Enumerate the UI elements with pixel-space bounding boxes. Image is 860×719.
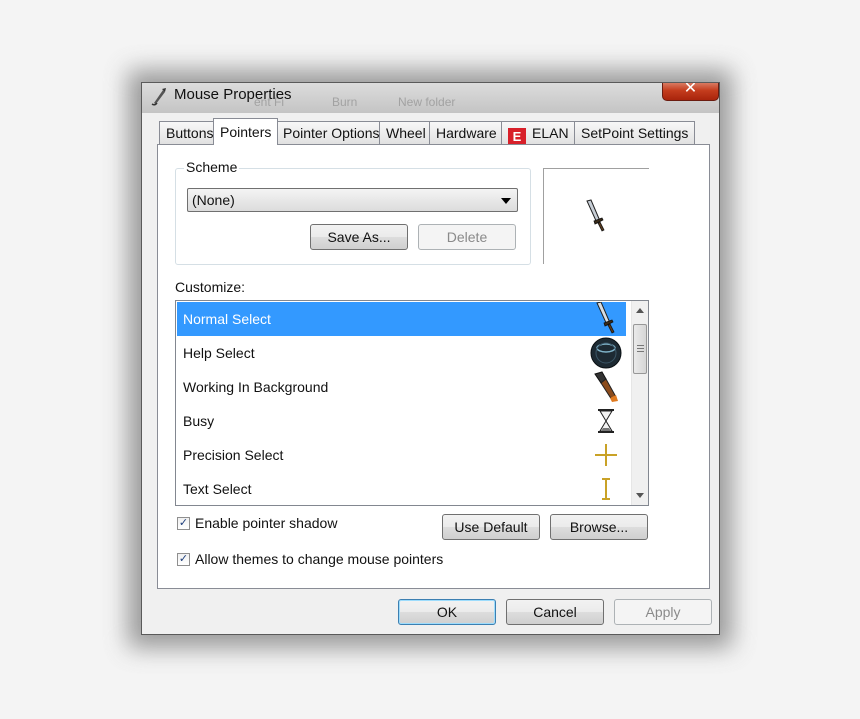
- list-item-label: Text Select: [183, 481, 252, 497]
- grip-line: [637, 348, 644, 349]
- tab-setpoint-settings[interactable]: SetPoint Settings: [574, 121, 696, 144]
- tab-label: Buttons: [166, 125, 214, 141]
- allow-themes-label[interactable]: Allow themes to change mouse pointers: [195, 551, 443, 567]
- sword-cursor-icon: [590, 302, 622, 335]
- scroll-thumb[interactable]: [633, 324, 647, 374]
- background-ghost-text: Burn: [332, 95, 358, 109]
- mouse-properties-dialog: ent Fi Burn New folder Mouse Properties …: [141, 82, 720, 635]
- cursor-preview: [543, 168, 649, 264]
- list-item-label: Busy: [183, 413, 215, 429]
- scheme-group: Scheme (None) Save As... Delete: [175, 159, 531, 265]
- background-ghost-text: New folder: [398, 95, 456, 109]
- grip-line: [637, 351, 644, 352]
- tab-label: Hardware: [436, 125, 497, 141]
- scheme-selected-value: (None): [192, 192, 235, 208]
- enable-pointer-shadow-checkbox[interactable]: ✓: [177, 517, 190, 530]
- scheme-dropdown[interactable]: (None): [187, 188, 518, 212]
- cursor-list[interactable]: Normal Select Help Select Working In Bac…: [175, 300, 649, 506]
- sword-cursor-icon: [584, 199, 608, 238]
- list-item-help-select[interactable]: Help Select: [177, 336, 626, 370]
- tab-label: Wheel: [386, 125, 426, 141]
- browse-button[interactable]: Browse...: [550, 514, 648, 540]
- delete-button[interactable]: Delete: [418, 224, 516, 250]
- tab-label: Pointers: [220, 124, 272, 140]
- chevron-down-icon: [501, 198, 511, 204]
- list-item-label: Precision Select: [183, 447, 284, 463]
- tab-pointer-options[interactable]: Pointer Options: [276, 121, 387, 144]
- list-item-text-select[interactable]: Text Select: [177, 472, 626, 505]
- tab-buttons[interactable]: Buttons: [159, 121, 221, 144]
- tab-elan[interactable]: E ELAN: [501, 121, 576, 146]
- hourglass-icon: [590, 405, 622, 437]
- ok-button[interactable]: OK: [398, 599, 496, 625]
- title-bar[interactable]: ent Fi Burn New folder Mouse Properties …: [142, 83, 719, 113]
- crosshair-icon: [590, 439, 622, 471]
- scroll-down-icon[interactable]: [636, 493, 644, 498]
- grip-line: [637, 345, 644, 346]
- tab-pointers[interactable]: Pointers: [213, 118, 279, 145]
- tab-label: SetPoint Settings: [581, 125, 689, 141]
- enable-pointer-shadow-label[interactable]: Enable pointer shadow: [195, 515, 337, 531]
- list-item-label: Normal Select: [183, 311, 271, 327]
- window-title: Mouse Properties: [174, 86, 292, 103]
- list-item-precision-select[interactable]: Precision Select: [177, 438, 626, 472]
- scheme-group-label: Scheme: [184, 159, 240, 175]
- tab-panel-pointers: Scheme (None) Save As... Delete Customiz…: [157, 144, 710, 589]
- tab-hardware[interactable]: Hardware: [429, 121, 504, 144]
- list-item-label: Working In Background: [183, 379, 329, 395]
- ibeam-icon: [590, 473, 622, 505]
- scroll-up-icon[interactable]: [636, 308, 644, 313]
- cancel-button[interactable]: Cancel: [506, 599, 604, 625]
- allow-themes-checkbox[interactable]: ✓: [177, 553, 190, 566]
- list-item-working-in-background[interactable]: Working In Background: [177, 370, 626, 404]
- list-item-busy[interactable]: Busy: [177, 404, 626, 438]
- list-item-label: Help Select: [183, 345, 255, 361]
- apply-button[interactable]: Apply: [614, 599, 712, 625]
- tab-label: Pointer Options: [283, 125, 380, 141]
- tab-wheel[interactable]: Wheel: [379, 121, 433, 144]
- list-item-normal-select[interactable]: Normal Select: [177, 302, 626, 336]
- use-default-button[interactable]: Use Default: [442, 514, 540, 540]
- customize-label: Customize:: [175, 279, 246, 295]
- close-button[interactable]: ✕: [662, 82, 719, 101]
- mouse-properties-icon: [150, 86, 168, 106]
- tab-label: ELAN: [532, 125, 569, 141]
- orb-cursor-icon: [590, 337, 622, 369]
- save-as-button[interactable]: Save As...: [310, 224, 408, 250]
- close-icon: ✕: [683, 82, 698, 97]
- torch-cursor-icon: [590, 371, 622, 403]
- list-scrollbar[interactable]: [631, 301, 648, 505]
